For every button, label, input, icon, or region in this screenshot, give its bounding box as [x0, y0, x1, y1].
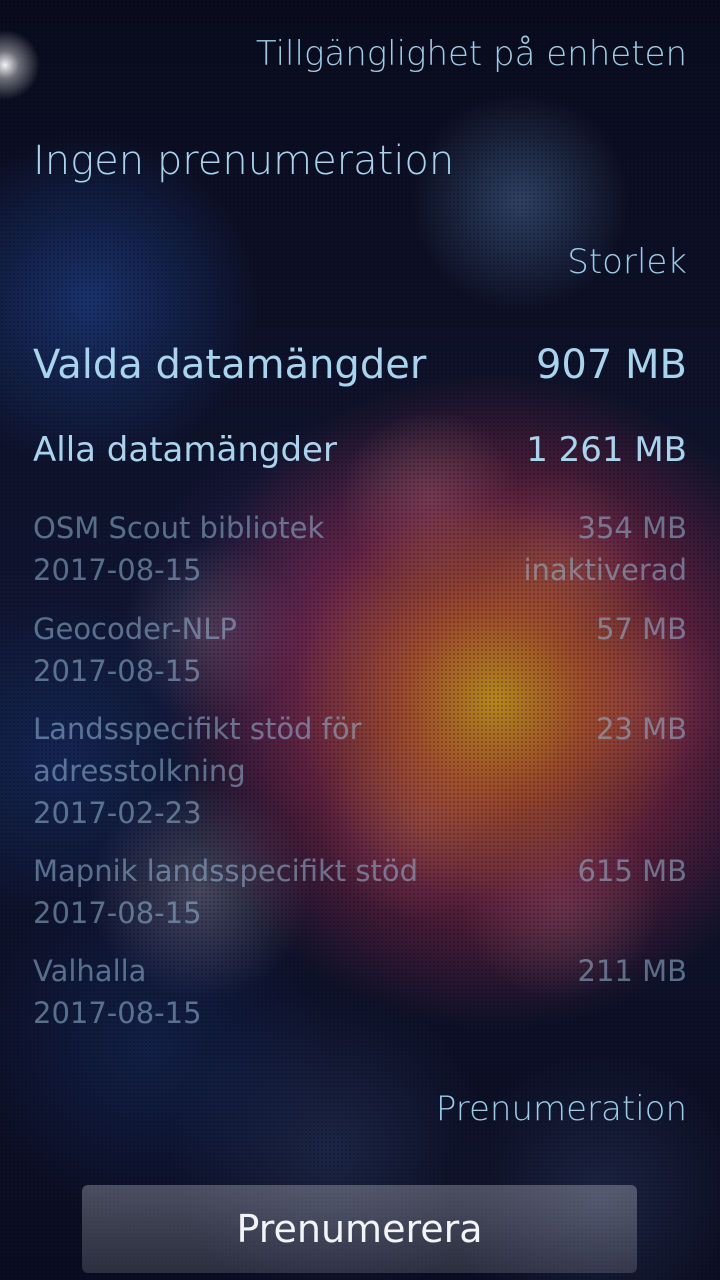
- selected-datasets-label: Valda datamängder: [33, 342, 427, 388]
- size-section-header: Storlek: [567, 242, 687, 282]
- subscription-status: Ingen prenumeration: [33, 138, 455, 184]
- dataset-size: 615 MB: [577, 854, 688, 888]
- page-header: Tillgänglighet på enheten: [255, 34, 687, 74]
- dataset-date: 2017-08-15: [33, 996, 202, 1030]
- dataset-date: 2017-08-15: [33, 654, 202, 688]
- dataset-date: 2017-08-15: [33, 896, 202, 930]
- dataset-status: inaktiverad: [523, 553, 687, 587]
- subscription-section-header: Prenumeration: [435, 1089, 687, 1129]
- dataset-item: Valhalla 2017-08-15 211 MB: [33, 950, 687, 1034]
- dataset-size: 354 MB: [577, 511, 688, 545]
- subscribe-button[interactable]: Prenumerera: [82, 1185, 637, 1273]
- selected-datasets-row: Valda datamängder 907 MB: [33, 342, 687, 388]
- all-datasets-row: Alla datamängder 1 261 MB: [33, 430, 687, 470]
- dataset-name: Mapnik landsspecifikt stöd: [33, 854, 419, 888]
- dataset-item: Geocoder-NLP 2017-08-15 57 MB: [33, 608, 687, 692]
- dataset-item: Mapnik landsspecifikt stöd 2017-08-15 61…: [33, 850, 687, 934]
- dataset-name: Geocoder-NLP: [33, 612, 237, 646]
- dataset-size: 211 MB: [577, 954, 688, 988]
- dataset-size: 57 MB: [595, 612, 687, 646]
- dataset-item: OSM Scout bibliotek 2017-08-15 354 MB in…: [33, 507, 687, 591]
- dataset-name: OSM Scout bibliotek: [33, 511, 325, 545]
- selected-datasets-size: 907 MB: [535, 342, 687, 388]
- page: Tillgänglighet på enheten Ingen prenumer…: [0, 0, 720, 1280]
- dataset-date: 2017-02-23: [33, 796, 202, 830]
- dataset-name: Valhalla: [33, 954, 147, 988]
- dataset-item: Landsspecifikt stöd för adresstolkning 2…: [33, 708, 687, 834]
- dataset-name: Landsspecifikt stöd för adresstolkning: [33, 712, 362, 788]
- dataset-size: 23 MB: [595, 712, 687, 746]
- all-datasets-size: 1 261 MB: [526, 430, 687, 470]
- dataset-date: 2017-08-15: [33, 553, 202, 587]
- all-datasets-label: Alla datamängder: [33, 430, 337, 470]
